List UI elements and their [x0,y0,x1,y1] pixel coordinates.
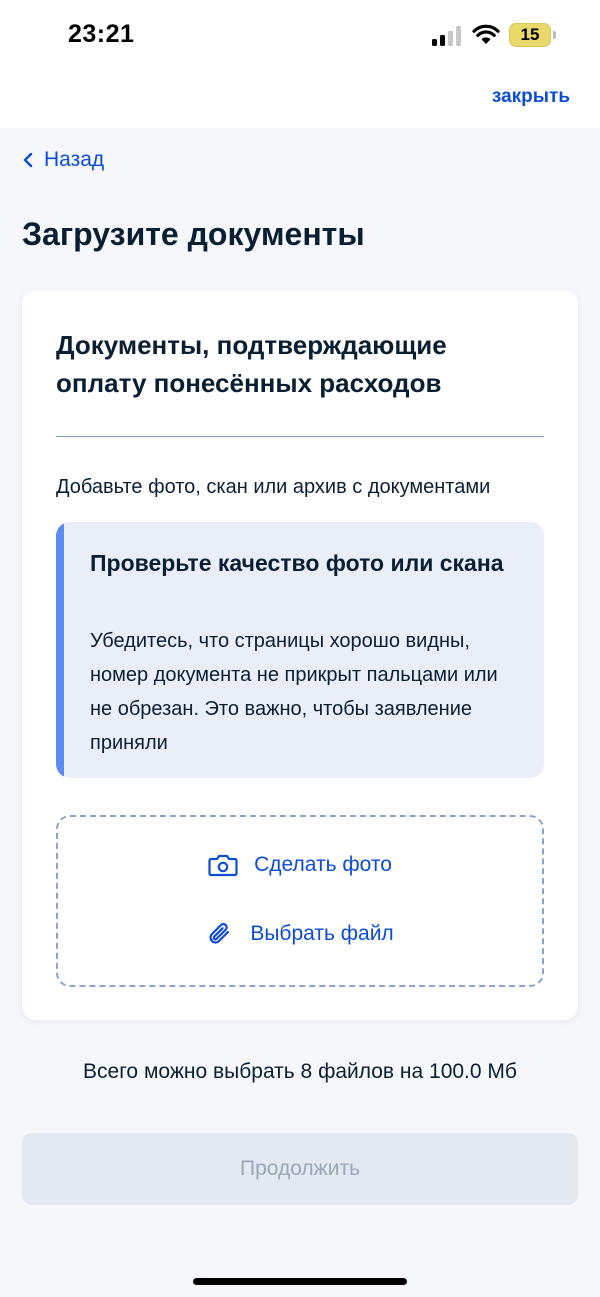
wifi-icon [472,23,500,45]
quality-notice: Проверьте качество фото или скана Убедит… [56,522,544,778]
continue-button[interactable]: Продолжить [22,1133,578,1205]
take-photo-button[interactable]: Сделать фото [58,853,542,877]
notice-accent-bar [56,522,64,778]
battery-level: 15 [520,25,540,44]
notice-title: Проверьте качество фото или скана [90,550,504,576]
documents-card: Документы, подтверждающие оплату понесён… [22,290,578,1020]
back-label: Назад [44,148,105,171]
home-indicator[interactable] [193,1278,407,1285]
choose-file-button[interactable]: Выбрать файл [58,920,542,948]
chevron-left-icon [23,152,33,168]
close-link[interactable]: закрыть [492,86,570,108]
page-title: Загрузите документы [22,216,365,252]
continue-label: Продолжить [239,1157,361,1180]
notice-text: Убедитесь, что страницы хорошо видны, но… [90,630,498,754]
file-limit-text: Всего можно выбрать 8 файлов на 100.0 Мб [83,1060,517,1083]
card-title: Документы, подтверждающие оплату понесён… [56,330,447,398]
back-link[interactable]: Назад [22,148,104,172]
cellular-signal-icon [432,26,464,46]
top-area: 23:21 15 закрыть [0,0,600,128]
upload-dropzone[interactable]: Сделать фото Выбрать файл [56,815,544,987]
card-description: Добавьте фото, скан или архив с документ… [56,476,491,498]
battery-icon: 15 [509,23,556,47]
take-photo-label: Сделать фото [254,853,392,876]
choose-file-label: Выбрать файл [250,922,394,945]
camera-icon [208,854,238,877]
status-time: 23:21 [68,20,135,48]
paperclip-icon [209,922,230,944]
divider [56,436,544,437]
